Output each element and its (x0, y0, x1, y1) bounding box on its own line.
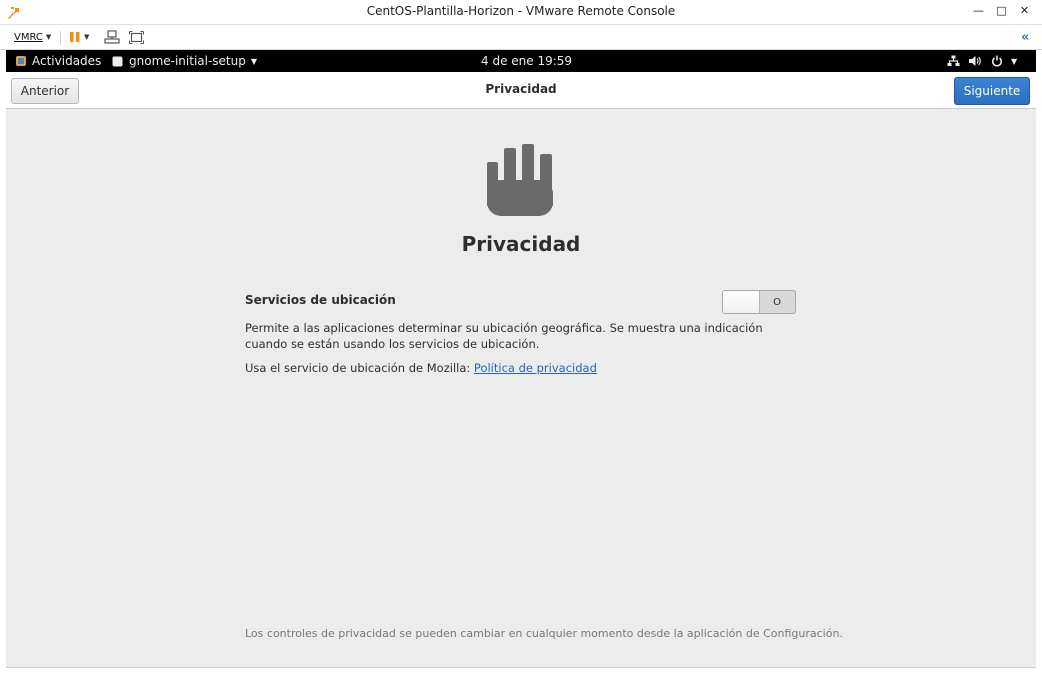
gnome-topbar: Actividades gnome-initial-setup ▼ 4 de e… (6, 50, 1036, 72)
window-edge (1038, 50, 1042, 670)
activities-button[interactable]: Actividades (15, 50, 101, 72)
keyboard-network-icon (104, 30, 120, 44)
location-services-description: Permite a las aplicaciones determinar su… (245, 321, 763, 351)
privacy-policy-link[interactable]: Política de privacidad (474, 361, 597, 375)
toggle-knob (723, 291, 760, 313)
maximize-button[interactable]: □ (990, 0, 1013, 20)
app-menu-label: gnome-initial-setup (129, 54, 246, 68)
chevron-down-icon: ▼ (84, 33, 90, 41)
mozilla-service-text: Usa el servicio de ubicación de Mozilla: (245, 361, 474, 375)
minimize-button[interactable]: — (967, 0, 990, 20)
network-wired-icon (947, 55, 960, 66)
send-ctrl-alt-del-button[interactable] (104, 28, 120, 46)
privacy-footer-note: Los controles de privacidad se pueden ca… (245, 627, 843, 640)
chevron-down-icon: ▼ (1011, 56, 1018, 66)
volume-icon (969, 56, 981, 66)
privacy-page: Privacidad Servicios de ubicación O Perm… (6, 109, 1036, 668)
window-titlebar: CentOS-Plantilla-Horizon - VMware Remote… (0, 0, 1042, 25)
pause-icon (70, 32, 80, 42)
toggle-state-label: O (773, 296, 781, 308)
power-icon (992, 55, 1002, 67)
pause-button[interactable]: ▼ (69, 28, 89, 46)
header-title: Privacidad (485, 82, 557, 96)
fullscreen-icon (129, 30, 144, 44)
location-services-toggle[interactable]: O (722, 290, 796, 314)
collapse-toolbar-button[interactable]: « (1021, 28, 1029, 46)
vmrc-toolbar: VMRC ▼ ▼ « (0, 25, 1042, 50)
vmrc-menu-button[interactable]: VMRC ▼ (14, 28, 51, 46)
system-menu-button[interactable]: ▼ (947, 50, 1017, 72)
window-title: CentOS-Plantilla-Horizon - VMware Remote… (366, 4, 676, 18)
fullscreen-button[interactable] (129, 28, 144, 46)
app-menu-button[interactable]: gnome-initial-setup ▼ (112, 50, 257, 72)
chevron-down-icon: ▼ (250, 56, 258, 66)
vmrc-menu-label: VMRC (14, 31, 43, 43)
location-services-title: Servicios de ubicación (245, 293, 396, 307)
mozilla-service-line: Usa el servicio de ubicación de Mozilla:… (245, 361, 597, 375)
toolbar-divider (60, 31, 61, 45)
clock[interactable]: 4 de ene 19:59 (481, 50, 572, 72)
hand-stop-icon (487, 144, 553, 216)
chevron-down-icon: ▼ (45, 33, 52, 41)
close-button[interactable]: ✕ (1013, 0, 1036, 20)
page-heading: Privacidad (461, 232, 581, 256)
window-controls: — □ ✕ (967, 0, 1036, 24)
next-button[interactable]: Siguiente (954, 77, 1030, 105)
activities-label: Actividades (32, 54, 102, 68)
app-window-icon (112, 56, 123, 66)
setup-headerbar: Anterior Privacidad Siguiente (6, 72, 1036, 109)
activities-icon (16, 56, 26, 66)
